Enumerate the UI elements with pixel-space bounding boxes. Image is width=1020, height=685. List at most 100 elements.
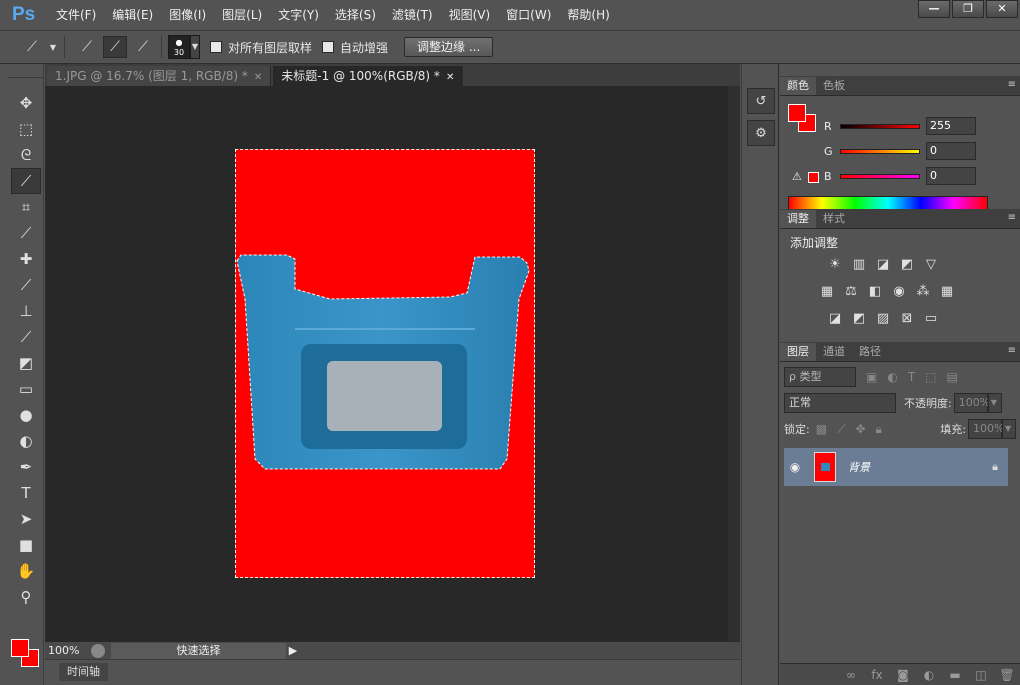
panel-menu-icon[interactable]: ≡ xyxy=(1008,345,1016,356)
visibility-eye-icon[interactable]: ◉ xyxy=(784,460,806,474)
add-to-selection-icon[interactable]: ⟋ xyxy=(103,36,127,58)
lock-transparent-icon[interactable]: ▩ xyxy=(816,422,827,436)
adjustment-filter-icon[interactable]: ◐ xyxy=(887,370,897,384)
delete-layer-icon[interactable]: 🗑︎ xyxy=(994,668,1020,682)
chevron-down-icon[interactable]: ▼ xyxy=(190,35,200,59)
menu-select[interactable]: 选择(S) xyxy=(327,0,384,30)
vibrance-icon[interactable]: ▽ xyxy=(922,257,940,273)
menu-window[interactable]: 窗口(W) xyxy=(498,0,559,30)
gradient-map-icon[interactable]: ▭ xyxy=(922,311,940,327)
chevron-down-icon[interactable]: ▼ xyxy=(1002,419,1016,439)
blend-mode-select[interactable]: 正常 xyxy=(784,393,896,413)
layer-kind-filter[interactable]: ρ 类型 xyxy=(784,367,856,387)
dodge-tool-icon[interactable]: ◐ xyxy=(11,428,41,454)
auto-enhance-checkbox[interactable] xyxy=(322,41,335,53)
quick-selection-tool-icon[interactable]: ⟋ xyxy=(11,168,41,194)
menu-layer[interactable]: 图层(L) xyxy=(214,0,270,30)
menu-filter[interactable]: 滤镜(T) xyxy=(384,0,441,30)
red-slider[interactable] xyxy=(840,123,920,129)
threshold-icon[interactable]: ▨ xyxy=(874,311,892,327)
channel-mixer-icon[interactable]: ⁂ xyxy=(914,284,932,300)
shape-tool-icon[interactable]: ■ xyxy=(11,532,41,558)
gamut-warning-icon[interactable]: ⚠ xyxy=(792,170,802,183)
layer-mask-icon[interactable]: ◙ xyxy=(890,668,916,682)
color-spectrum[interactable] xyxy=(788,196,988,210)
menu-view[interactable]: 视图(V) xyxy=(441,0,499,30)
clone-stamp-tool-icon[interactable]: ⊥ xyxy=(11,298,41,324)
history-icon[interactable]: ↺ xyxy=(747,88,775,114)
invert-icon[interactable]: ◪ xyxy=(826,311,844,327)
tab-channels[interactable]: 通道 xyxy=(816,343,852,361)
marquee-tool-icon[interactable]: ⬚ xyxy=(11,116,41,142)
menu-edit[interactable]: 编辑(E) xyxy=(104,0,161,30)
menu-type[interactable]: 文字(Y) xyxy=(270,0,327,30)
panel-menu-icon[interactable]: ≡ xyxy=(1008,79,1016,90)
green-value[interactable]: 0 xyxy=(926,142,976,160)
smart-object-filter-icon[interactable]: ▤ xyxy=(947,370,958,384)
vertical-scrollbar[interactable] xyxy=(728,86,740,659)
eraser-tool-icon[interactable]: ◩ xyxy=(11,350,41,376)
move-tool-icon[interactable]: ✥ xyxy=(11,90,41,116)
tool-preset-icon[interactable]: ⟋ xyxy=(20,36,44,58)
posterize-icon[interactable]: ◩ xyxy=(850,311,868,327)
status-menu-arrow-icon[interactable]: ▶ xyxy=(286,644,300,657)
close-icon[interactable]: ✕ xyxy=(254,72,262,83)
path-selection-tool-icon[interactable]: ➤ xyxy=(11,506,41,532)
layer-thumbnail[interactable] xyxy=(814,452,836,482)
document-tab[interactable]: 1.JPG @ 16.7% (图层 1, RGB/8) * ✕ xyxy=(47,66,272,86)
close-icon[interactable]: ✕ xyxy=(446,72,454,83)
gamut-swatch[interactable] xyxy=(808,172,819,183)
document-canvas[interactable] xyxy=(235,149,535,578)
color-panel-foreground[interactable] xyxy=(788,104,806,122)
lock-pixels-icon[interactable]: ⟋ xyxy=(837,422,845,437)
menu-image[interactable]: 图像(I) xyxy=(161,0,214,30)
new-selection-icon[interactable]: ⟋ xyxy=(75,36,99,58)
close-button[interactable]: ✕ xyxy=(986,0,1018,18)
type-tool-icon[interactable]: T xyxy=(11,480,41,506)
menu-file[interactable]: 文件(F) xyxy=(48,0,104,30)
refine-edge-button[interactable]: 调整边缘 ... xyxy=(404,37,494,57)
chevron-down-icon[interactable]: ▼ xyxy=(48,36,58,58)
red-value[interactable]: 255 xyxy=(926,117,976,135)
brush-picker[interactable]: ● 30 xyxy=(168,35,190,59)
zoom-tool-icon[interactable]: ⚲ xyxy=(11,584,41,610)
blur-tool-icon[interactable]: ● xyxy=(11,402,41,428)
timeline-tab[interactable]: 时间轴 xyxy=(59,663,108,681)
tab-styles[interactable]: 样式 xyxy=(816,210,852,228)
gradient-tool-icon[interactable]: ▭ xyxy=(11,376,41,402)
zoom-level[interactable]: 100% xyxy=(45,644,91,657)
status-info-icon[interactable] xyxy=(91,643,105,658)
sample-all-layers-checkbox[interactable] xyxy=(210,41,222,53)
type-filter-icon[interactable]: T xyxy=(908,370,915,384)
eyedropper-tool-icon[interactable]: ⟋ xyxy=(11,220,41,246)
crop-tool-icon[interactable]: ⌗ xyxy=(11,194,41,220)
document-tab-active[interactable]: 未标题-1 @ 100%(RGB/8) * ✕ xyxy=(273,66,464,86)
color-balance-icon[interactable]: ⚖ xyxy=(842,284,860,300)
restore-button[interactable]: ❐ xyxy=(952,0,984,18)
tools-panel-header[interactable] xyxy=(8,64,43,78)
brightness-icon[interactable]: ☀ xyxy=(826,257,844,273)
hand-tool-icon[interactable]: ✋ xyxy=(11,558,41,584)
properties-icon[interactable]: ⚙ xyxy=(747,120,775,146)
color-swatch[interactable] xyxy=(11,639,43,671)
curves-icon[interactable]: ◪ xyxy=(874,257,892,273)
layer-row[interactable]: ◉ 背景 🔒︎ xyxy=(784,448,1008,486)
blue-slider[interactable] xyxy=(840,173,920,179)
tab-swatches[interactable]: 色板 xyxy=(816,77,852,95)
new-layer-icon[interactable]: ◫ xyxy=(968,668,994,682)
photo-filter-icon[interactable]: ◉ xyxy=(890,284,908,300)
history-brush-tool-icon[interactable]: ⟋ xyxy=(11,324,41,350)
green-slider[interactable] xyxy=(840,148,920,154)
brush-tool-icon[interactable]: ⟋ xyxy=(11,272,41,298)
image-filter-icon[interactable]: ▣ xyxy=(866,370,877,384)
layer-style-icon[interactable]: fx xyxy=(864,668,890,682)
layer-name[interactable]: 背景 xyxy=(848,459,870,475)
new-group-icon[interactable]: ▬ xyxy=(942,668,968,682)
hue-saturation-icon[interactable]: ▦ xyxy=(818,284,836,300)
lock-all-icon[interactable]: 🔒︎ xyxy=(876,422,882,437)
levels-icon[interactable]: ▥ xyxy=(850,257,868,273)
color-panel-swatch[interactable] xyxy=(788,104,818,134)
fill-input[interactable]: 100% xyxy=(968,419,1004,439)
foreground-color[interactable] xyxy=(11,639,29,657)
adjustment-layer-icon[interactable]: ◐ xyxy=(916,668,942,682)
